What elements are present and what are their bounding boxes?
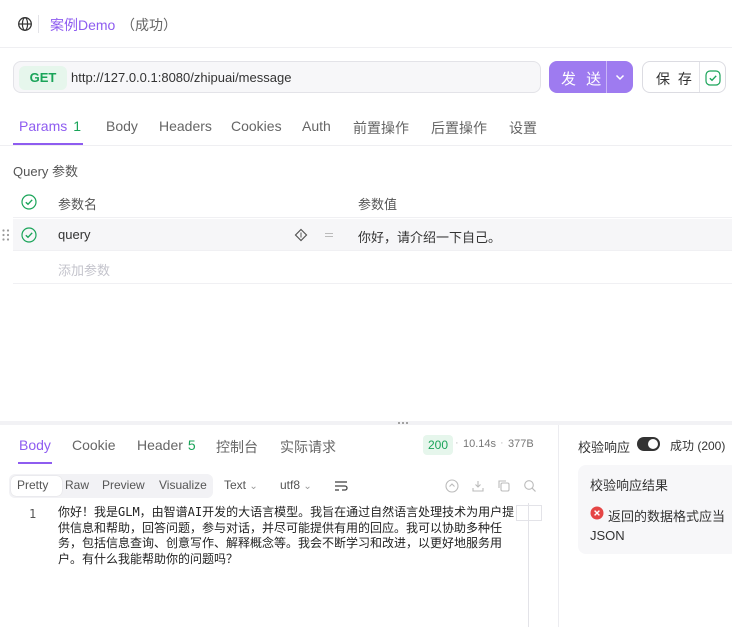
params-count-badge: 1 <box>73 118 82 134</box>
download-icon[interactable] <box>471 479 485 493</box>
view-type-dropdown[interactable]: Text ⌄ <box>224 478 258 492</box>
case-name-link[interactable]: 案例Demo <box>50 15 115 35</box>
tab-params[interactable]: Params 1 <box>19 118 81 134</box>
tab-actual-request[interactable]: 实际请求 <box>280 437 336 457</box>
tab-params-label: Params <box>19 118 68 134</box>
check-circle-icon[interactable] <box>705 70 721 86</box>
minimap[interactable] <box>516 505 542 521</box>
magic-variable-icon[interactable] <box>294 228 308 242</box>
add-param-placeholder[interactable]: 添加参数 <box>58 260 110 279</box>
send-button-label: 发 送 <box>561 71 605 88</box>
wrap-lines-icon[interactable] <box>334 479 348 493</box>
line-number: 1 <box>29 507 37 521</box>
meta-separator: · <box>455 437 459 449</box>
editor-ruler <box>528 503 529 627</box>
view-type-value: Text <box>224 478 247 492</box>
response-body-text[interactable]: 你好！我是GLM，由智谱AI开发的大语言模型。我旨在通过自然语言处理技术为用户提… <box>58 505 518 567</box>
format-visualize[interactable]: Visualize <box>159 478 207 492</box>
param-enabled-checkbox[interactable] <box>21 227 37 243</box>
equals-icon <box>325 233 333 237</box>
send-button-divider <box>606 61 607 93</box>
header-count-badge: 5 <box>187 437 196 453</box>
save-button-divider <box>699 62 700 92</box>
validation-status[interactable]: 成功 (200) <box>670 437 725 454</box>
header-divider <box>38 15 39 33</box>
tab-auth[interactable]: Auth <box>302 118 331 134</box>
param-value-input[interactable]: 你好，请介绍一下自己。 <box>358 227 501 246</box>
tab-response-cookie[interactable]: Cookie <box>72 437 116 453</box>
case-status: （成功） <box>121 17 177 33</box>
tab-console[interactable]: 控制台 <box>216 437 258 457</box>
tab-pre-ops[interactable]: 前置操作 <box>353 118 409 138</box>
upload-icon[interactable] <box>445 479 459 493</box>
chevron-down-icon[interactable] <box>614 71 626 83</box>
case-header: 案例Demo （成功） <box>0 0 732 48</box>
meta-separator: · <box>500 437 504 449</box>
query-section-title: Query 参数 <box>13 164 79 179</box>
tab-cookies[interactable]: Cookies <box>231 118 282 134</box>
url-bar[interactable]: GET http://127.0.0.1:8080/zhipuai/messag… <box>13 61 541 93</box>
add-param-row[interactable]: 添加参数 <box>13 252 732 284</box>
send-button[interactable]: 发 送 <box>549 61 633 93</box>
tab-settings[interactable]: 设置 <box>509 118 537 138</box>
col-param-name: 参数名 <box>58 197 98 212</box>
validation-message-tail: JSON <box>590 528 625 543</box>
panel-divider <box>558 425 559 627</box>
response-size: 377B <box>508 438 534 450</box>
validation-result-title: 校验响应结果 <box>590 478 669 493</box>
chevron-down-icon: ⌄ <box>303 481 312 492</box>
format-raw[interactable]: Raw <box>65 478 89 492</box>
toggle-knob <box>648 439 658 449</box>
tab-post-ops[interactable]: 后置操作 <box>431 118 487 138</box>
active-response-tab-indicator <box>18 462 52 464</box>
drag-handle-icon[interactable] <box>1 228 11 242</box>
error-icon <box>590 506 604 520</box>
col-param-value: 参数值 <box>358 197 398 212</box>
encoding-value: utf8 <box>280 478 301 492</box>
validate-response-label: 校验响应 <box>578 440 631 455</box>
status-code-badge: 200 <box>423 435 454 455</box>
params-table-header: 参数名 参数值 <box>13 186 732 218</box>
method-selector[interactable]: GET <box>19 66 67 90</box>
format-preview[interactable]: Preview <box>102 478 145 492</box>
globe-icon <box>18 17 32 31</box>
param-row: query 你好，请介绍一下自己。 <box>13 219 732 251</box>
save-button[interactable]: 保 存 <box>642 61 726 93</box>
param-name-input[interactable]: query <box>58 227 91 242</box>
tab-headers[interactable]: Headers <box>159 118 212 134</box>
tab-response-header[interactable]: Header 5 <box>137 437 196 453</box>
request-tabs: Params 1 Body Headers Cookies Auth 前置操作 后… <box>0 108 732 146</box>
tab-body[interactable]: Body <box>106 118 138 134</box>
tab-response-body[interactable]: Body <box>19 437 51 453</box>
format-pretty[interactable]: Pretty <box>17 478 48 492</box>
url-input[interactable]: http://127.0.0.1:8080/zhipuai/message <box>71 70 291 85</box>
select-all-checkbox[interactable] <box>21 194 37 210</box>
validation-message: 返回的数据格式应当 <box>608 509 726 524</box>
validation-result-card: 校验响应结果 返回的数据格式应当 JSON <box>578 465 732 554</box>
response-time: 10.14s <box>463 438 497 450</box>
tab-response-header-label: Header <box>137 437 183 453</box>
copy-icon[interactable] <box>497 479 511 493</box>
format-switcher: Pretty Raw Preview Visualize <box>9 474 213 498</box>
save-button-label: 保 存 <box>656 71 694 87</box>
encoding-dropdown[interactable]: utf8 ⌄ <box>280 478 312 492</box>
active-tab-indicator <box>13 143 83 145</box>
search-icon[interactable] <box>523 479 537 493</box>
validate-toggle[interactable] <box>637 437 660 451</box>
chevron-down-icon: ⌄ <box>249 481 258 492</box>
